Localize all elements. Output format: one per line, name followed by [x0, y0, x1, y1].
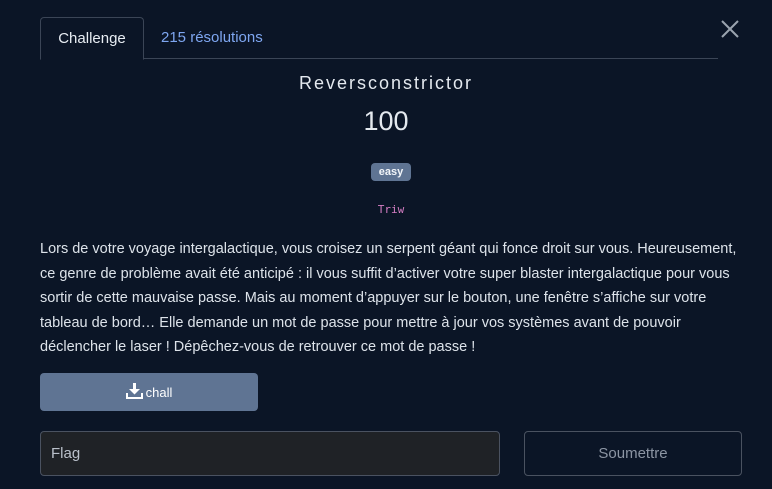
challenge-title: Reversconstrictor: [298, 73, 474, 93]
tab-solves[interactable]: 215 résolutions: [161, 17, 263, 59]
difficulty-badge: easy: [371, 163, 411, 181]
close-button[interactable]: [719, 18, 741, 40]
tab-bar: Challenge 215 résolutions: [40, 17, 718, 60]
flag-input[interactable]: [40, 431, 500, 476]
submit-button[interactable]: Soumettre: [524, 431, 742, 476]
tab-challenge[interactable]: Challenge: [40, 17, 144, 60]
challenge-points: 100: [363, 106, 409, 136]
close-icon[interactable]: [719, 18, 741, 40]
download-button[interactable]: chall: [40, 373, 258, 411]
challenge-description: Lors de votre voyage intergalactique, vo…: [40, 241, 737, 355]
challenge-author: Triw: [377, 203, 405, 216]
challenge-modal: Challenge 215 résolutions Reversconstric…: [0, 0, 772, 489]
download-label: chall: [145, 384, 173, 400]
download-icon: [125, 383, 143, 399]
